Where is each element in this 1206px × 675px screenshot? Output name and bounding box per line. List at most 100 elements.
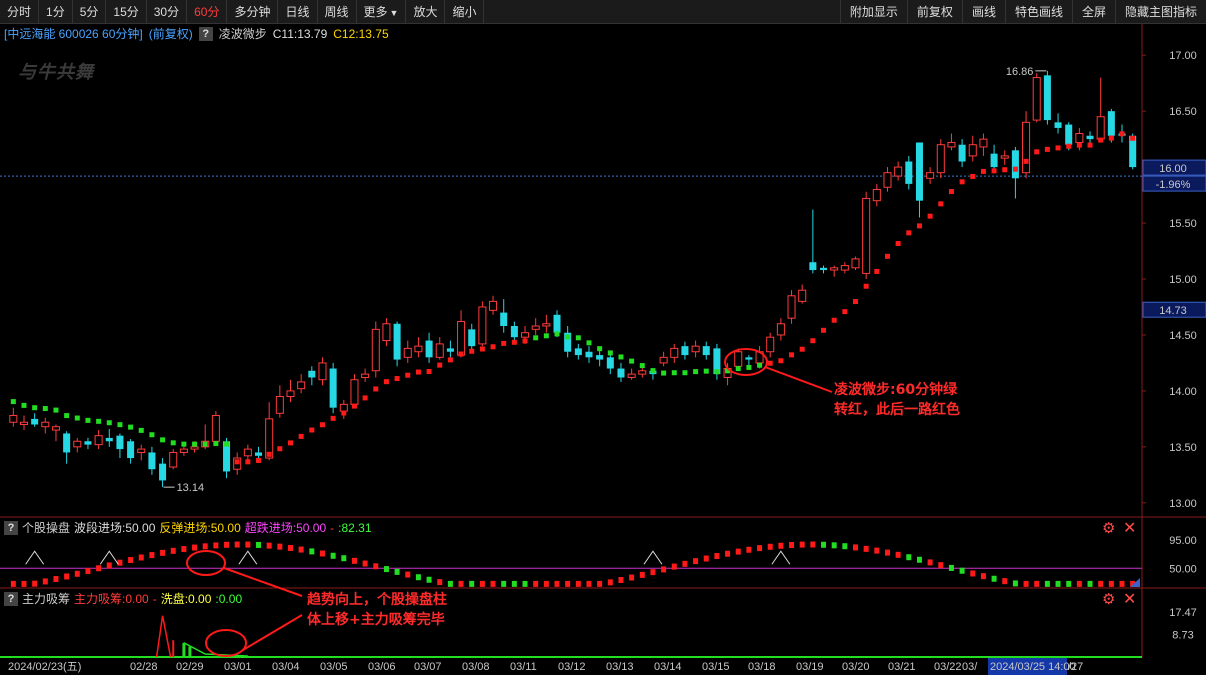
panel1-bar xyxy=(767,543,773,550)
date-label: 03/06 xyxy=(368,661,396,673)
panel2-chart xyxy=(0,615,1142,658)
panel1-bar xyxy=(746,546,752,553)
lingbo-mark xyxy=(501,340,507,346)
lingbo-mark xyxy=(1002,167,1008,173)
panel1-bar xyxy=(96,565,102,572)
lingbo-mark xyxy=(1087,142,1093,148)
lingbo-mark xyxy=(980,168,986,174)
lingbo-mark xyxy=(479,346,485,352)
panel1-close-icon[interactable]: ✕ xyxy=(1123,521,1136,537)
panel1-name[interactable]: 个股操盘 xyxy=(22,520,70,536)
candle-body xyxy=(468,329,476,347)
candle-body xyxy=(73,440,82,448)
panel1-bar xyxy=(853,544,858,551)
candle-body xyxy=(830,267,839,271)
panel2-help-icon[interactable]: ? xyxy=(4,592,18,606)
lingbo-mark xyxy=(661,370,667,376)
candle-body xyxy=(531,325,540,330)
panel2-tick-label: 8.73 xyxy=(1172,629,1193,641)
date-label: 03/12 xyxy=(558,661,586,673)
panel1-help-icon[interactable]: ? xyxy=(4,521,18,535)
candle-body xyxy=(127,441,135,459)
candle-body xyxy=(670,347,679,358)
lingbo-mark xyxy=(1119,131,1125,137)
candle-body xyxy=(659,356,668,364)
lingbo-mark xyxy=(170,440,176,446)
panel1-bar xyxy=(757,545,763,552)
candle-body xyxy=(500,312,508,326)
candle-body xyxy=(681,346,689,356)
candle-body xyxy=(905,161,913,184)
candle-body xyxy=(211,415,220,442)
lingbo-mark xyxy=(319,422,325,428)
candle-body xyxy=(371,328,380,372)
price-tick-label: 13.50 xyxy=(1169,442,1197,454)
lingbo-mark xyxy=(341,410,347,416)
candle-body xyxy=(435,343,444,358)
low-price-label: 13.14 xyxy=(177,482,205,494)
panel1-bar xyxy=(277,543,283,550)
lingbo-mark xyxy=(746,364,752,370)
candle-body xyxy=(148,452,156,470)
lingbo-mark xyxy=(1098,137,1104,143)
lingbo-mark xyxy=(597,346,603,352)
candle-body xyxy=(894,166,903,177)
price-tick-label: 14.50 xyxy=(1169,330,1197,342)
panel1-bar xyxy=(128,557,134,564)
panel2-value: :0.00 xyxy=(215,592,243,606)
panel1-bar xyxy=(1076,580,1082,587)
lingbo-mark xyxy=(586,340,592,346)
panel1-bar xyxy=(181,546,187,553)
panel1-bar xyxy=(447,580,453,587)
lingbo-mark xyxy=(373,386,379,392)
panel1-bar xyxy=(149,552,155,559)
lingbo-mark xyxy=(970,173,976,179)
candle-body xyxy=(51,426,60,431)
panel1-bar xyxy=(810,541,816,548)
panel2-tick-label: 17.47 xyxy=(1169,607,1197,619)
candle-body xyxy=(766,336,775,353)
lingbo-mark xyxy=(85,417,91,423)
lingbo-mark xyxy=(938,201,944,207)
lingbo-mark xyxy=(1034,149,1040,155)
panel1-settings-gear-icon[interactable]: ⚙ xyxy=(1102,521,1115,537)
panel2-close-icon[interactable]: ✕ xyxy=(1123,592,1136,608)
candle-body xyxy=(691,345,700,353)
candle-body xyxy=(63,433,71,453)
candle-body xyxy=(617,368,625,378)
date-label: 2024/02/23(五) xyxy=(8,661,81,673)
annotation-arrow xyxy=(242,614,303,651)
panel1-bar xyxy=(842,543,848,550)
lingbo-mark xyxy=(693,369,699,375)
candle-body xyxy=(851,258,860,269)
panel1-bar xyxy=(437,579,443,586)
candle-body xyxy=(275,396,284,414)
lingbo-mark xyxy=(533,335,539,341)
lingbo-mark xyxy=(554,331,560,337)
panel1-bar xyxy=(1034,580,1040,587)
lingbo-mark xyxy=(469,348,475,354)
candle-body xyxy=(137,448,146,453)
lingbo-mark xyxy=(1130,135,1136,141)
price-axis: 17.00 16.50 16.00 15.50 15.00 14.50 14.00 13.50… xyxy=(1130,50,1206,641)
lingbo-mark xyxy=(1108,135,1114,141)
panel1-overfall: 超跌进场:50.00 xyxy=(244,521,327,535)
candle-body xyxy=(820,267,828,271)
panel1-bar xyxy=(192,544,198,551)
panel2-wash: 洗盘:0.00 xyxy=(160,592,212,606)
lingbo-mark xyxy=(266,451,272,457)
kline-chart[interactable]: 16.86 13.14 17.00 16.50 16.00 15.50 15.00 14.5… xyxy=(0,0,1206,675)
candle-body xyxy=(958,144,966,162)
lingbo-mark xyxy=(128,424,134,430)
panel1-bar xyxy=(1108,580,1114,587)
panel1-bar xyxy=(415,574,421,581)
lingbo-mark xyxy=(1055,145,1061,151)
panel2-name[interactable]: 主力吸筹 xyxy=(22,591,70,607)
panel2-settings-gear-icon[interactable]: ⚙ xyxy=(1102,592,1115,608)
panel1-bar xyxy=(319,550,325,557)
lingbo-mark xyxy=(916,223,922,229)
date-label: 03/04 xyxy=(272,661,300,673)
panel1-bar xyxy=(479,580,485,587)
sub-annotation-line1: 趋势向上，个股操盘柱 xyxy=(307,592,447,608)
panel1-bar xyxy=(1002,578,1008,585)
